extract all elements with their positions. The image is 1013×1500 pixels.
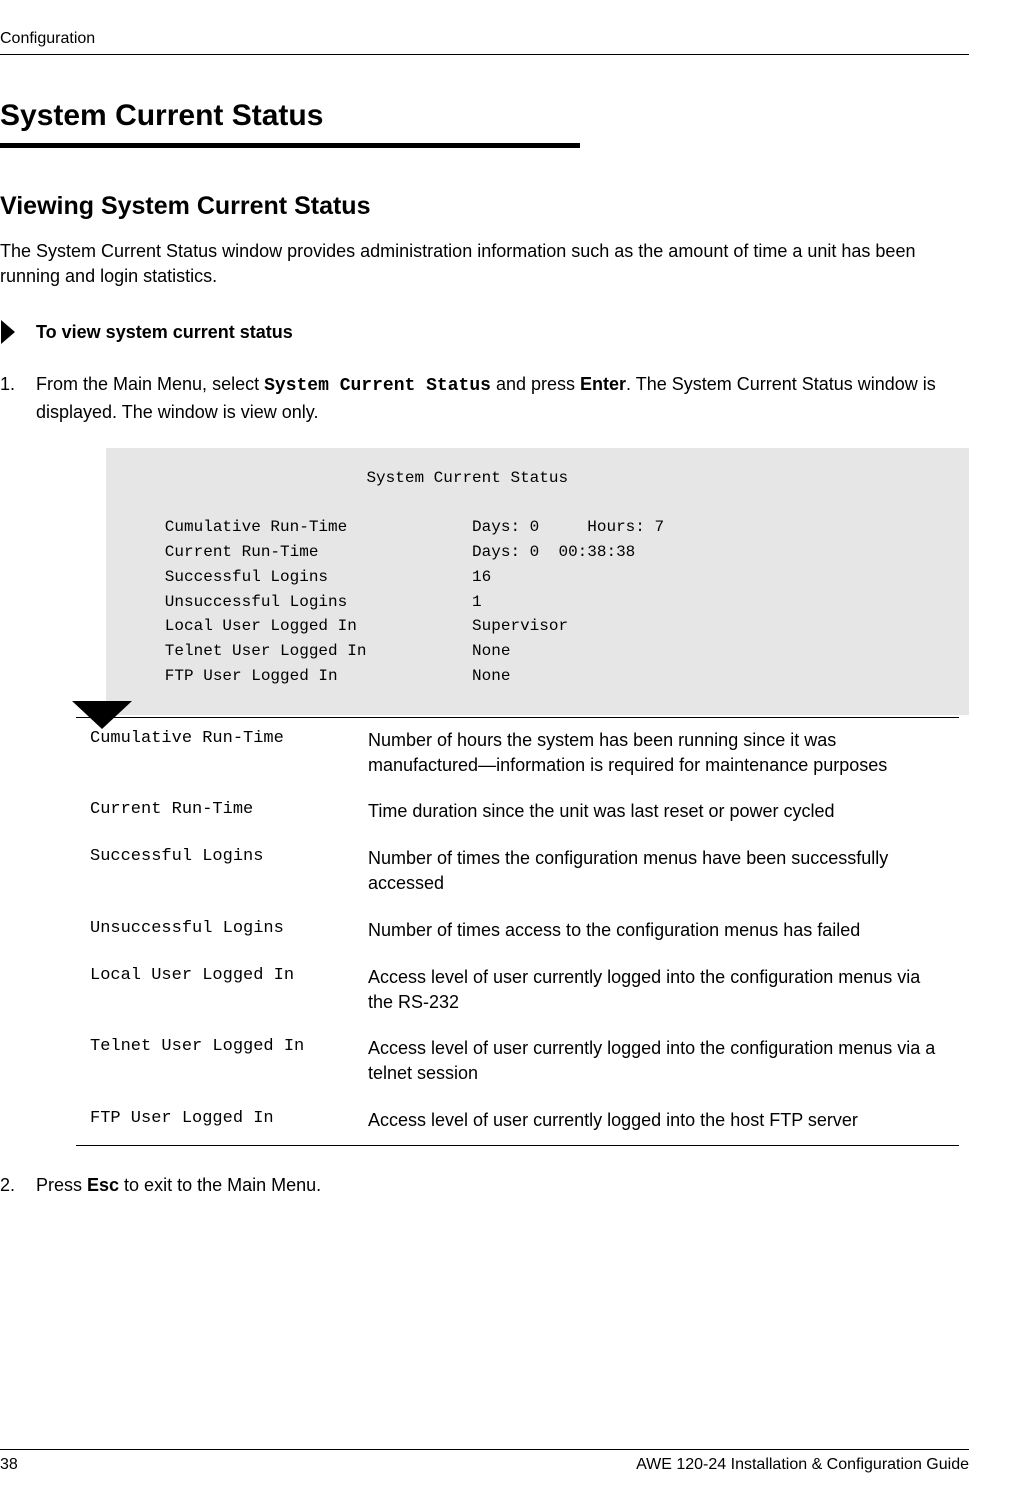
- definition-table: Cumulative Run-Time Number of hours the s…: [76, 717, 959, 1146]
- running-header: Configuration: [0, 30, 969, 48]
- definition-term: Telnet User Logged In: [90, 1036, 350, 1086]
- definition-description: Time duration since the unit was last re…: [368, 799, 945, 824]
- table-row: FTP User Logged In Access level of user c…: [76, 1098, 959, 1145]
- definition-description: Number of times the configuration menus …: [368, 846, 945, 896]
- definition-term: Successful Logins: [90, 846, 350, 896]
- procedure-title: To view system current status: [36, 322, 293, 343]
- page-footer: 38 AWE 120-24 Installation & Configurati…: [0, 1449, 969, 1474]
- step-1: From the Main Menu, select System Curren…: [0, 371, 969, 1145]
- step-2-text-post: to exit to the Main Menu.: [119, 1175, 321, 1195]
- step-2: Press Esc to exit to the Main Menu.: [0, 1172, 969, 1198]
- table-row: Telnet User Logged In Access level of use…: [76, 1026, 959, 1098]
- step-2-text-pre: Press: [36, 1175, 87, 1195]
- definition-description: Access level of user currently logged in…: [368, 965, 945, 1015]
- definition-term: Unsuccessful Logins: [90, 918, 350, 943]
- table-row: Current Run-Time Time duration since the …: [76, 789, 959, 836]
- header-rule: [0, 54, 969, 55]
- table-row: Unsuccessful Logins Number of times acces…: [76, 908, 959, 955]
- title-rule: [0, 143, 580, 148]
- section-heading: Viewing System Current Status: [0, 192, 969, 221]
- page-number: 38: [0, 1456, 18, 1474]
- pointer-down-icon: [72, 701, 132, 729]
- table-row: Successful Logins Number of times the con…: [76, 836, 959, 908]
- table-row: Local User Logged In Access level of user…: [76, 955, 959, 1027]
- step-1-key: Enter: [580, 374, 626, 394]
- page-title: System Current Status: [0, 99, 969, 133]
- step-1-text-mid: and press: [491, 374, 580, 394]
- step-1-text-pre: From the Main Menu, select: [36, 374, 264, 394]
- definition-description: Access level of user currently logged in…: [368, 1036, 945, 1086]
- step-2-key: Esc: [87, 1175, 119, 1195]
- intro-paragraph: The System Current Status window provide…: [0, 239, 969, 289]
- step-1-command: System Current Status: [264, 376, 491, 396]
- doc-title: AWE 120-24 Installation & Configuration …: [636, 1456, 969, 1474]
- definition-description: Number of hours the system has been runn…: [368, 728, 945, 778]
- definition-term: Local User Logged In: [90, 965, 350, 1015]
- definition-term: Cumulative Run-Time: [90, 728, 350, 778]
- definition-description: Number of times access to the configurat…: [368, 918, 945, 943]
- definition-term: FTP User Logged In: [90, 1108, 350, 1133]
- terminal-window: System Current Status Cumulative Run-Tim…: [106, 448, 969, 715]
- definition-description: Access level of user currently logged in…: [368, 1108, 945, 1133]
- definition-term: Current Run-Time: [90, 799, 350, 824]
- arrow-right-icon: [0, 319, 26, 345]
- table-row: Cumulative Run-Time Number of hours the s…: [76, 718, 959, 790]
